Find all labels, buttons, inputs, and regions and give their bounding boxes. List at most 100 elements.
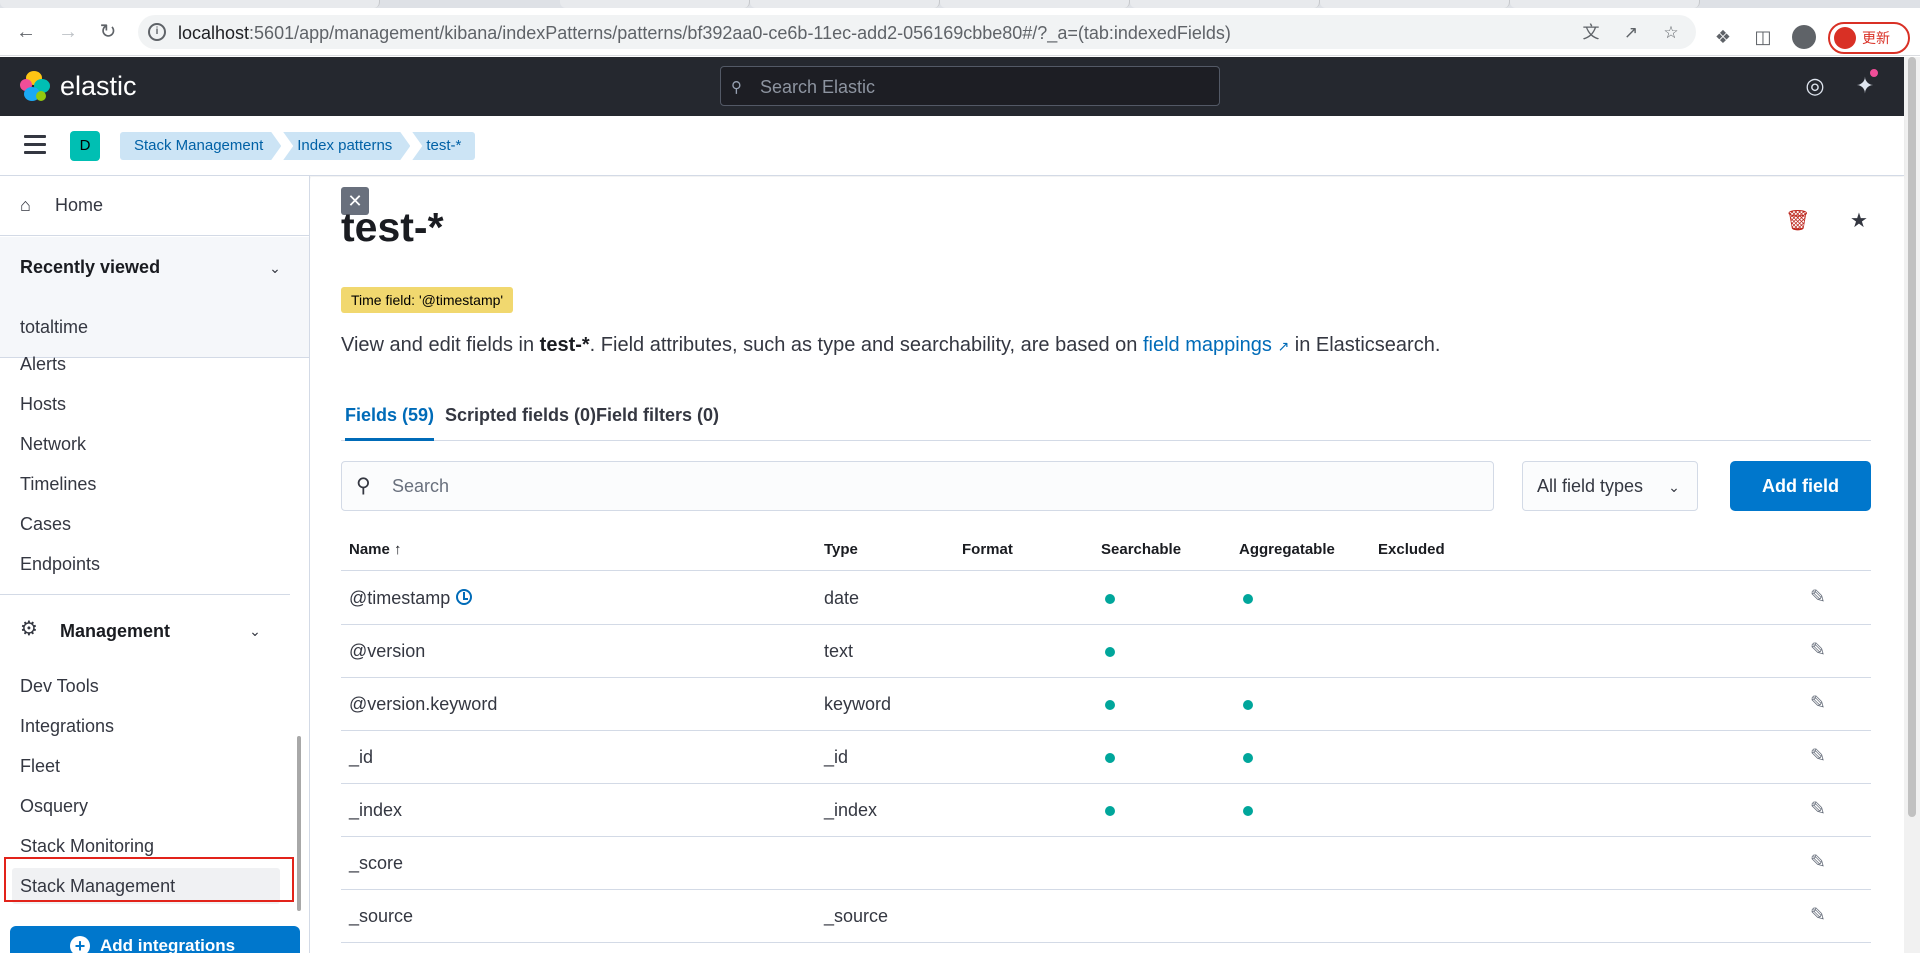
sidebar-item-integrations[interactable]: Integrations [20, 716, 114, 737]
column-name[interactable]: Name ↑ [349, 541, 402, 558]
browser-update-button[interactable]: 更新 [1828, 22, 1910, 54]
sidebar-item-hosts[interactable]: Hosts [20, 394, 66, 415]
table-row: _score ✎ [341, 837, 1871, 890]
sidebar-item-fleet[interactable]: Fleet [20, 756, 60, 777]
edit-pencil-icon[interactable]: ✎ [1806, 586, 1830, 610]
edit-pencil-icon[interactable]: ✎ [1806, 798, 1830, 822]
browser-tab[interactable] [1510, 0, 1700, 8]
space-avatar[interactable]: D [70, 131, 100, 161]
site-info-icon[interactable]: i [148, 23, 166, 41]
desc-suffix: in Elasticsearch. [1289, 334, 1441, 356]
edit-pencil-icon[interactable]: ✎ [1806, 851, 1830, 875]
breadcrumb-stack-management[interactable]: Stack Management [120, 132, 281, 160]
brand-name[interactable]: elastic [60, 71, 137, 102]
page-scrollbar[interactable] [1904, 57, 1920, 953]
tab-fields[interactable]: Fields (59) [345, 399, 435, 441]
translate-icon[interactable]: 文 [1580, 22, 1602, 44]
search-icon: ⚲ [731, 79, 742, 96]
add-integrations-button[interactable]: + Add integrations [10, 926, 300, 953]
share-icon[interactable]: ↗ [1620, 22, 1642, 44]
url-field[interactable]: i localhost:5601/app/management/kibana/i… [138, 15, 1696, 49]
sidebar-item-osquery[interactable]: Osquery [20, 796, 88, 817]
page-scrollbar-thumb[interactable] [1908, 57, 1916, 817]
home-icon: ⌂ [20, 195, 31, 215]
edit-pencil-icon[interactable]: ✎ [1806, 745, 1830, 769]
aggregatable-dot-icon [1243, 753, 1253, 763]
desc-prefix: View and edit fields in [341, 334, 540, 356]
field-type: text [824, 641, 854, 661]
reload-icon[interactable]: ↻ [96, 20, 120, 44]
sidebar-item-timelines[interactable]: Timelines [20, 474, 96, 495]
chevron-down-icon[interactable]: ⌄ [246, 622, 264, 640]
url-text: localhost:5601/app/management/kibana/ind… [178, 23, 1231, 44]
field-name-text: @timestamp [349, 588, 451, 608]
field-name: @version.keyword [349, 694, 497, 715]
field-name: _score [349, 853, 403, 874]
searchable-dot-icon [1105, 806, 1115, 816]
field-name-text: _id [349, 747, 374, 767]
sidebar-item-network[interactable]: Network [20, 434, 86, 455]
elastic-logo-icon[interactable] [20, 71, 50, 101]
kibana-breadcrumb-bar: D Stack Management Index patterns test-* [0, 116, 1904, 176]
menu-toggle-icon[interactable] [24, 135, 46, 154]
field-mappings-link[interactable]: field mappings [1143, 334, 1272, 356]
field-tabs: Fields (59) Scripted fields (0) Field fi… [341, 399, 1871, 441]
profile-avatar-icon[interactable] [1792, 25, 1816, 49]
external-link-icon[interactable]: ↗ [1277, 338, 1289, 354]
edit-pencil-icon[interactable]: ✎ [1806, 904, 1830, 928]
extensions-puzzle-icon[interactable]: ❖ [1712, 26, 1734, 48]
column-searchable: Searchable [1101, 541, 1182, 558]
recently-viewed-title[interactable]: Recently viewed [20, 257, 160, 278]
sidebar-item-cases[interactable]: Cases [20, 514, 71, 535]
edit-pencil-icon[interactable]: ✎ [1806, 639, 1830, 663]
browser-tab[interactable] [940, 0, 1130, 8]
searchable-dot-icon [1105, 700, 1115, 710]
back-arrow-icon[interactable]: ← [14, 20, 38, 44]
browser-tab[interactable] [560, 0, 750, 8]
notification-dot [1868, 67, 1880, 79]
recent-item-totaltime[interactable]: totaltime [20, 317, 88, 338]
forward-arrow-icon[interactable]: → [56, 20, 80, 44]
breadcrumb: Stack Management Index patterns test-* [120, 132, 477, 160]
global-search-input[interactable]: ⚲ Search Elastic [720, 66, 1220, 106]
sidebar-item-dev-tools[interactable]: Dev Tools [20, 676, 99, 697]
field-name: _source [349, 906, 413, 927]
field-type: _index [824, 800, 878, 820]
column-type: Type [824, 541, 858, 558]
browser-tab[interactable] [0, 0, 380, 8]
help-icon[interactable]: ◎ [1802, 73, 1828, 99]
column-aggregatable: Aggregatable [1239, 541, 1335, 558]
searchable-dot-icon [1105, 647, 1115, 657]
search-icon: ⚲ [356, 475, 371, 497]
add-field-button[interactable]: Add field [1730, 461, 1871, 511]
sidebar-item-alerts[interactable]: Alerts [20, 354, 66, 375]
breadcrumb-index-patterns[interactable]: Index patterns [283, 132, 410, 160]
tab-field-filters[interactable]: Field filters (0) [596, 399, 719, 441]
column-name-label: Name [349, 541, 390, 558]
sidebar-item-home[interactable]: ⌂ Home [0, 176, 309, 236]
set-default-star-icon[interactable]: ★ [1847, 209, 1871, 233]
global-search-placeholder: Search Elastic [760, 77, 876, 97]
plus-icon: + [70, 936, 90, 953]
sidebar-item-stack-monitoring[interactable]: Stack Monitoring [20, 836, 154, 857]
field-type: _source [824, 906, 889, 926]
sidebar-scrollbar[interactable] [297, 736, 301, 911]
field-name: @timestamp [349, 588, 473, 609]
edit-pencil-icon[interactable]: ✎ [1806, 692, 1830, 716]
chevron-down-icon[interactable]: ⌄ [266, 259, 284, 277]
browser-tab[interactable] [1320, 0, 1510, 8]
browser-tab[interactable] [750, 0, 940, 8]
bookmark-star-icon[interactable]: ☆ [1660, 22, 1682, 44]
browser-tab[interactable] [1130, 0, 1320, 8]
side-panel-icon[interactable]: ◫ [1752, 26, 1774, 48]
field-name: @version [349, 641, 425, 662]
field-type-filter[interactable]: All field types ⌄ [1522, 461, 1698, 511]
field-search-input[interactable]: ⚲ Search [341, 461, 1494, 511]
delete-trash-icon[interactable]: 🗑 [1785, 209, 1810, 233]
sidebar-item-endpoints[interactable]: Endpoints [20, 554, 100, 575]
sort-arrow-up-icon: ↑ [394, 541, 402, 558]
breadcrumb-current: test-* [412, 132, 476, 160]
update-label: 更新 [1862, 30, 1890, 46]
tab-scripted-fields[interactable]: Scripted fields (0) [445, 399, 596, 441]
management-title[interactable]: Management [60, 621, 170, 642]
